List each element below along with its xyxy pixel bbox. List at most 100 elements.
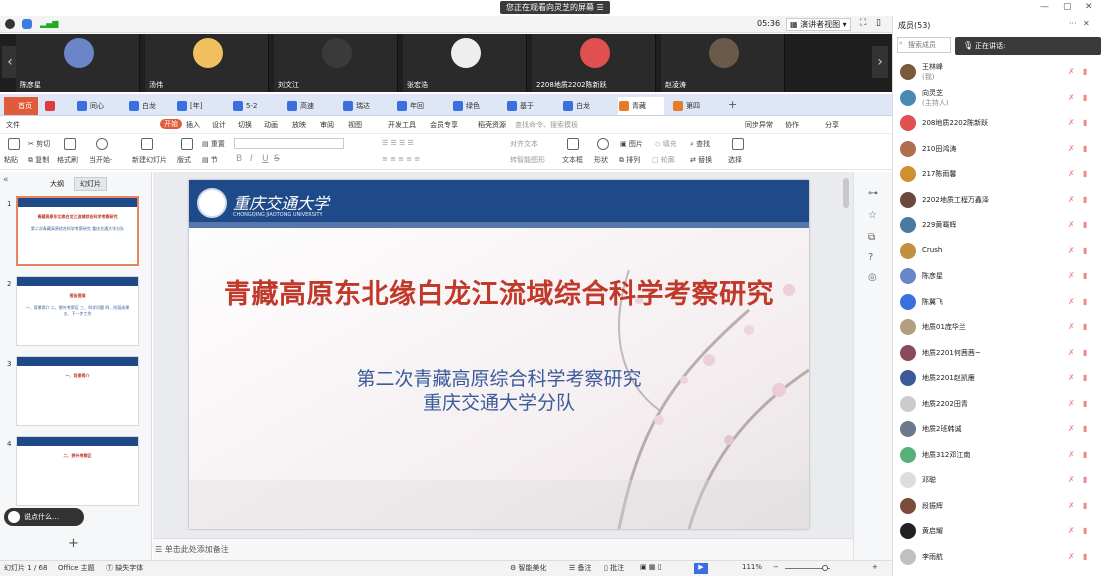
camera-off-icon[interactable]: ✗: [1068, 475, 1076, 485]
bold-button[interactable]: B: [236, 154, 242, 164]
strike-button[interactable]: S: [274, 154, 280, 164]
menu-item[interactable]: 文件: [6, 120, 20, 130]
menu-item[interactable]: 审阅: [320, 120, 334, 130]
member-row[interactable]: 地质2201何茜茜~ ✗ ▮: [893, 341, 1103, 365]
member-row[interactable]: 陈彦星 ✗ ▮: [893, 264, 1103, 288]
fullscreen-icon[interactable]: ⛶: [860, 18, 866, 28]
video-tile[interactable]: 2208地质2202陈新跃: [532, 34, 656, 92]
document-tab[interactable]: 年回: [396, 97, 424, 115]
close-panel-button[interactable]: ✕: [1083, 19, 1090, 28]
bullets-button[interactable]: ☰ ☰ ☰ ☰: [382, 139, 414, 147]
paste-icon[interactable]: [8, 138, 20, 150]
view-mode-dropdown[interactable]: ▦ 演讲者视图 ▾: [786, 18, 851, 31]
new-slide-icon[interactable]: [141, 138, 153, 150]
play-slideshow-button[interactable]: ▶: [694, 563, 708, 574]
add-slide-button[interactable]: +: [68, 536, 79, 551]
camera-off-icon[interactable]: ✗: [1068, 348, 1076, 358]
member-row[interactable]: 地质2班韩诚 ✗ ▮: [893, 417, 1103, 441]
member-row[interactable]: 向灵芝 (主持人) ✗ ▮: [893, 86, 1103, 110]
menu-action[interactable]: 协作: [785, 120, 799, 130]
copy-button[interactable]: ⧉ 复制: [28, 155, 49, 165]
format-painter-icon[interactable]: [64, 138, 76, 150]
shape-button[interactable]: 形状: [594, 155, 608, 165]
menu-item[interactable]: 开始: [160, 119, 182, 129]
camera-off-icon[interactable]: ✗: [1068, 297, 1076, 307]
layout-icon[interactable]: ▯: [876, 18, 881, 28]
mic-off-icon[interactable]: ▮: [1083, 399, 1091, 409]
mic-off-icon[interactable]: ▮: [1083, 475, 1091, 485]
start-from-current-button[interactable]: 当开始-: [89, 155, 113, 165]
menu-item[interactable]: 稻壳资源: [478, 120, 506, 130]
smart-beautify-button[interactable]: ⚙ 智能美化: [510, 563, 547, 573]
collapse-panel-button[interactable]: «: [3, 175, 9, 185]
member-row[interactable]: 地质2201赵凯雁 ✗ ▮: [893, 366, 1103, 390]
layout-icon[interactable]: [181, 138, 193, 150]
video-tile[interactable]: 刘文江: [274, 34, 398, 92]
info-icon[interactable]: [5, 19, 15, 29]
format-painter-button[interactable]: 格式刷: [57, 155, 78, 165]
member-row[interactable]: 黄启耀 ✗ ▮: [893, 519, 1103, 543]
camera-off-icon[interactable]: ✗: [1068, 220, 1076, 230]
close-window-button[interactable]: ✕: [1085, 2, 1093, 12]
mic-off-icon[interactable]: ▮: [1083, 169, 1091, 179]
copy-icon[interactable]: ⧉: [868, 232, 875, 243]
text-align-button[interactable]: 对齐文本: [510, 139, 538, 149]
video-tile[interactable]: 赵凌涛: [661, 34, 785, 92]
menu-item[interactable]: 会员专享: [430, 120, 458, 130]
slide-canvas[interactable]: 重庆交通大学 CHONGQING JIAOTONG UNIVERSITY 青藏高…: [189, 180, 809, 529]
add-tab-button[interactable]: +: [728, 98, 737, 111]
video-tile[interactable]: 汤伟: [145, 34, 269, 92]
vertical-scrollbar[interactable]: [843, 178, 849, 208]
menu-item[interactable]: 切换: [238, 120, 252, 130]
chat-bubble[interactable]: 说点什么…: [4, 508, 84, 526]
notes-toggle-button[interactable]: ☰ 备注: [569, 563, 592, 573]
member-row[interactable]: 段振辉 ✗ ▮: [893, 494, 1103, 518]
camera-off-icon[interactable]: ✗: [1068, 424, 1076, 434]
view-buttons[interactable]: ▣ ▦ ▯: [640, 563, 662, 571]
camera-off-icon[interactable]: ✗: [1068, 93, 1076, 103]
camera-off-icon[interactable]: ✗: [1068, 450, 1076, 460]
arrange-button[interactable]: ⧉ 排列: [619, 155, 640, 165]
menu-item[interactable]: 设计: [212, 120, 226, 130]
mic-off-icon[interactable]: ▮: [1083, 271, 1091, 281]
video-tile[interactable]: 张宏浩: [403, 34, 527, 92]
play-icon[interactable]: [96, 138, 108, 150]
member-search-input[interactable]: [897, 37, 951, 53]
camera-off-icon[interactable]: ✗: [1068, 322, 1076, 332]
document-tab[interactable]: 青藏: [618, 97, 664, 115]
menu-action[interactable]: 分享: [825, 120, 839, 130]
mic-off-icon[interactable]: ▮: [1083, 195, 1091, 205]
missing-font-button[interactable]: Ⓣ 缺失字体: [106, 563, 143, 573]
menu-item[interactable]: 开发工具: [388, 120, 416, 130]
more-button[interactable]: ···: [1069, 19, 1077, 28]
menu-search[interactable]: 查找命令、搜索模板: [515, 120, 578, 130]
textbox-button[interactable]: 文本框: [562, 155, 583, 165]
document-tab[interactable]: 白龙: [128, 97, 156, 115]
fill-button[interactable]: ◇ 填充: [655, 139, 677, 149]
member-row[interactable]: 地质312邓江南 ✗ ▮: [893, 443, 1103, 467]
mic-off-icon[interactable]: ▮: [1083, 144, 1091, 154]
section-button[interactable]: ▤ 节: [202, 155, 218, 165]
camera-off-icon[interactable]: ✗: [1068, 373, 1076, 383]
mic-off-icon[interactable]: ▮: [1083, 424, 1091, 434]
outline-button[interactable]: □ 轮廓: [652, 155, 675, 165]
camera-off-icon[interactable]: ✗: [1068, 169, 1076, 179]
next-video-button[interactable]: ›: [872, 46, 888, 78]
reset-button[interactable]: ▤ 重置: [202, 139, 225, 149]
layout-button[interactable]: 版式: [177, 155, 191, 165]
camera-off-icon[interactable]: ✗: [1068, 144, 1076, 154]
mic-off-icon[interactable]: ▮: [1083, 348, 1091, 358]
align-buttons[interactable]: ≡ ≡ ≡ ≡ ≡: [382, 155, 420, 163]
member-row[interactable]: 208地质2202陈新跃 ✗ ▮: [893, 111, 1103, 135]
member-row[interactable]: 李雨航 ✗ ▮: [893, 545, 1103, 569]
menu-action[interactable]: 同步异常: [745, 120, 773, 130]
camera-off-icon[interactable]: ✗: [1068, 399, 1076, 409]
font-name-dropdown[interactable]: [234, 138, 344, 149]
member-row[interactable]: 陈翼飞 ✗ ▮: [893, 290, 1103, 314]
camera-off-icon[interactable]: ✗: [1068, 501, 1076, 511]
member-row[interactable]: 地质01庞华兰 ✗ ▮: [893, 315, 1103, 339]
tab-home[interactable]: 首页: [4, 97, 38, 115]
document-tab[interactable]: 高速: [286, 97, 314, 115]
member-row[interactable]: 王林峰 (我) ✗ ▮: [893, 60, 1103, 84]
mic-off-icon[interactable]: ▮: [1083, 322, 1091, 332]
